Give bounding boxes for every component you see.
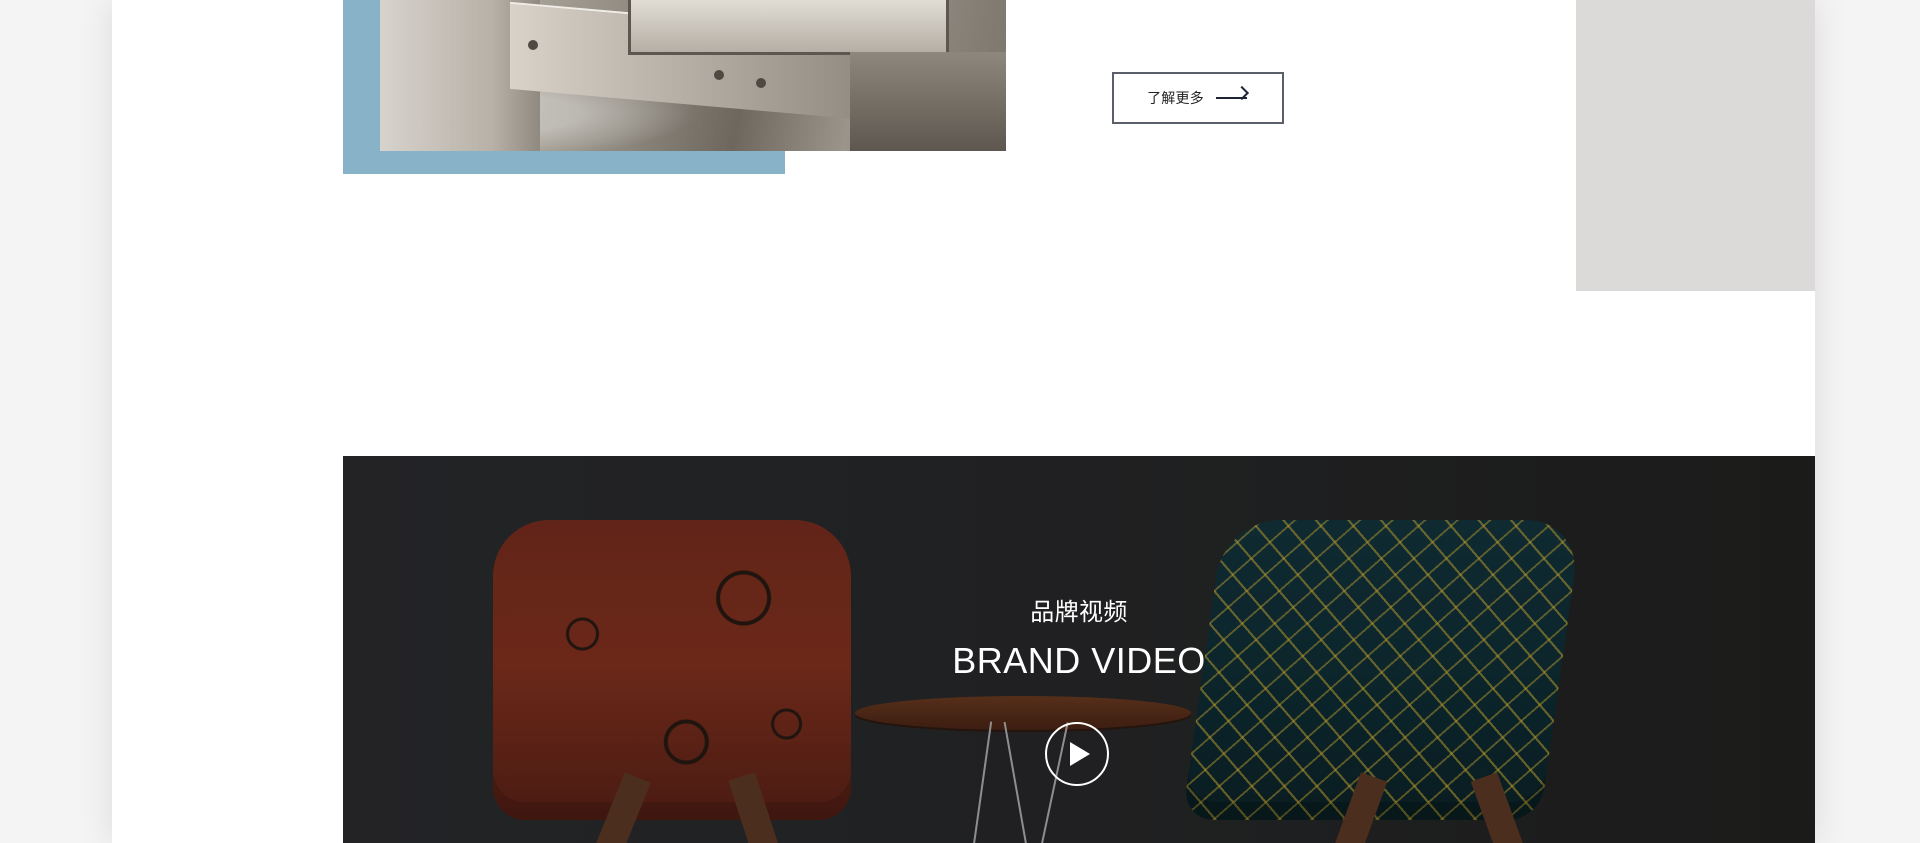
learn-more-label: 了解更多 <box>1147 90 1204 106</box>
learn-more-button[interactable]: 了解更多 <box>1112 72 1284 124</box>
about-photo <box>380 0 1006 151</box>
gray-side-panel <box>1576 0 1815 291</box>
photo-metal-panel <box>628 0 949 55</box>
brand-video-title-en: BRAND VIDEO <box>952 640 1206 681</box>
page-content: 了解更多 品牌视频 BRAND VIDEO <box>112 0 1815 843</box>
photo-cast-iron-part <box>850 52 1006 151</box>
photo-bolt <box>756 78 766 88</box>
arrow-right-icon <box>1215 93 1249 103</box>
play-video-button[interactable] <box>1045 722 1109 786</box>
brand-video-title-cn: 品牌视频 <box>1030 599 1128 626</box>
brand-video-section: 品牌视频 BRAND VIDEO <box>343 456 1815 843</box>
photo-bolt <box>528 40 538 50</box>
photo-bolt <box>714 70 724 80</box>
play-icon <box>1069 742 1090 766</box>
